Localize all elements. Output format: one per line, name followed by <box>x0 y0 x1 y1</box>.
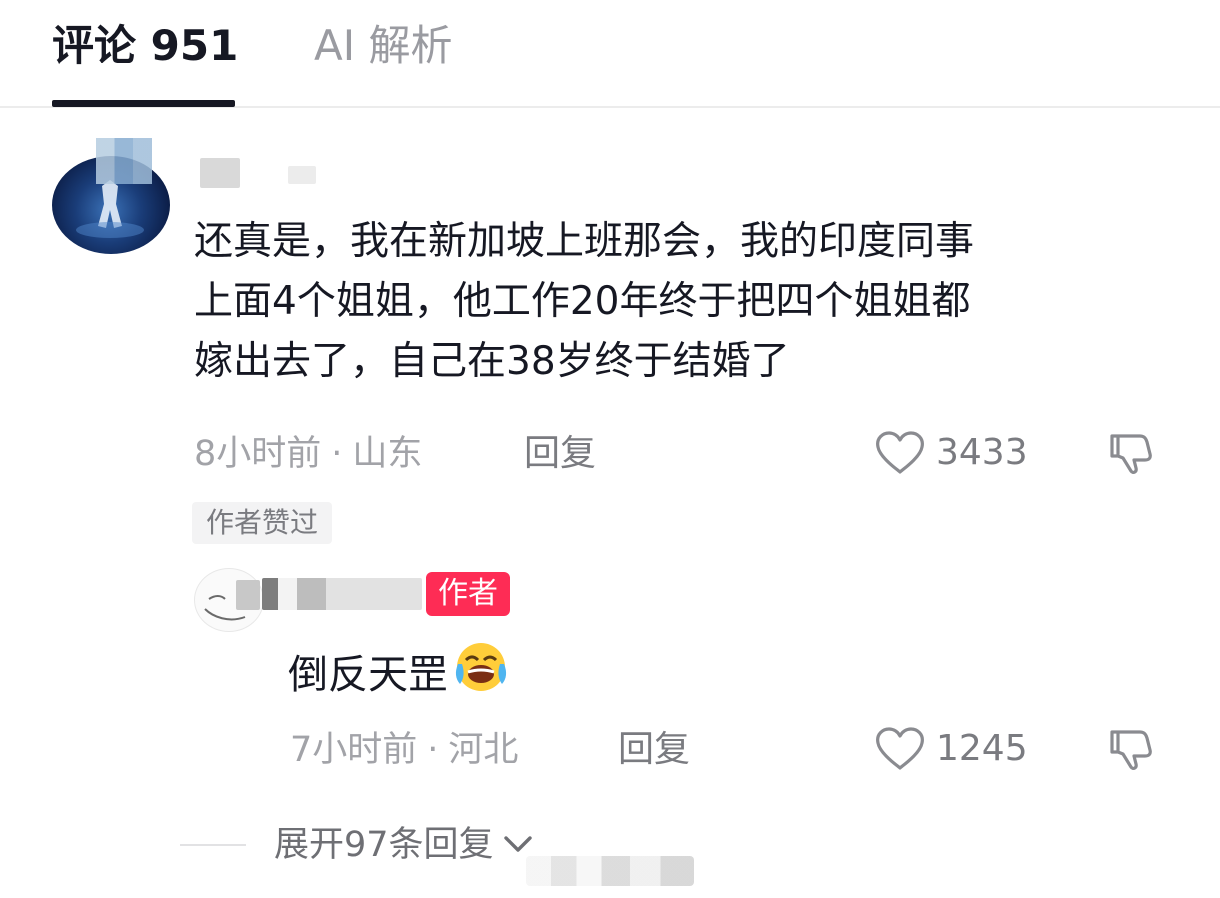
comment-line: 上面4个姐姐，他工作20年终于把四个姐姐都 <box>194 279 971 324</box>
reply-reply-button[interactable]: 回复 <box>618 728 690 772</box>
comment-location: 山东 <box>352 434 423 474</box>
loudly-crying-laughing-emoji-icon <box>452 640 510 709</box>
reply-like-button[interactable]: 1245 <box>874 726 1028 772</box>
thumbs-down-icon <box>1110 434 1152 475</box>
comment-line: 还真是，我在新加坡上班那会，我的印度同事 <box>194 219 975 264</box>
meta-separator: · <box>427 730 439 770</box>
watermark-blurred <box>526 856 694 886</box>
reply-location: 河北 <box>448 730 519 770</box>
author-liked-badge: 作者赞过 <box>192 502 333 544</box>
expand-divider <box>180 844 246 846</box>
heart-outline-icon <box>876 727 924 770</box>
comment-body: 还真是，我在新加坡上班那会，我的印度同事 上面4个姐姐，他工作20年终于把四个姐… <box>194 212 1174 392</box>
like-button[interactable]: 3433 <box>874 430 1028 476</box>
comment-tabs: 评论 951 AI 解析 <box>0 0 1220 108</box>
comment-line: 嫁出去了，自己在38岁终于结婚了 <box>194 339 790 384</box>
reply-like-count: 1245 <box>936 728 1028 769</box>
reply-meta: 7小时前 · 河北 <box>290 728 518 772</box>
tab-ai-analysis[interactable]: AI 解析 <box>314 18 452 74</box>
reply-username-blurred[interactable] <box>262 578 422 610</box>
avatar-mosaic-blur <box>96 138 152 184</box>
like-count: 3433 <box>936 432 1028 473</box>
expand-replies-button[interactable]: 展开97条回复 <box>180 822 536 868</box>
dislike-button[interactable] <box>1106 430 1154 480</box>
reply-dislike-button[interactable] <box>1106 726 1154 776</box>
reply-body: 倒反天罡 <box>288 640 510 709</box>
thumbs-down-icon <box>1110 730 1152 771</box>
meta-separator: · <box>331 434 343 474</box>
comment-meta: 8小时前 · 山东 <box>194 432 422 476</box>
active-tab-indicator <box>52 100 235 107</box>
reply-text: 倒反天罡 <box>288 651 448 698</box>
reply-time: 7小时前 <box>290 730 418 770</box>
tab-comments[interactable]: 评论 951 <box>52 18 238 74</box>
comment-time: 8小时前 <box>194 434 322 474</box>
username-blurred-fragment <box>288 166 316 184</box>
heart-outline-icon <box>876 431 924 474</box>
expand-replies-label: 展开97条回复 <box>274 825 494 865</box>
reply-username-blurred <box>236 580 260 610</box>
author-badge: 作者 <box>426 572 510 616</box>
reply-button[interactable]: 回复 <box>524 432 596 476</box>
username-blurred[interactable] <box>200 158 240 188</box>
